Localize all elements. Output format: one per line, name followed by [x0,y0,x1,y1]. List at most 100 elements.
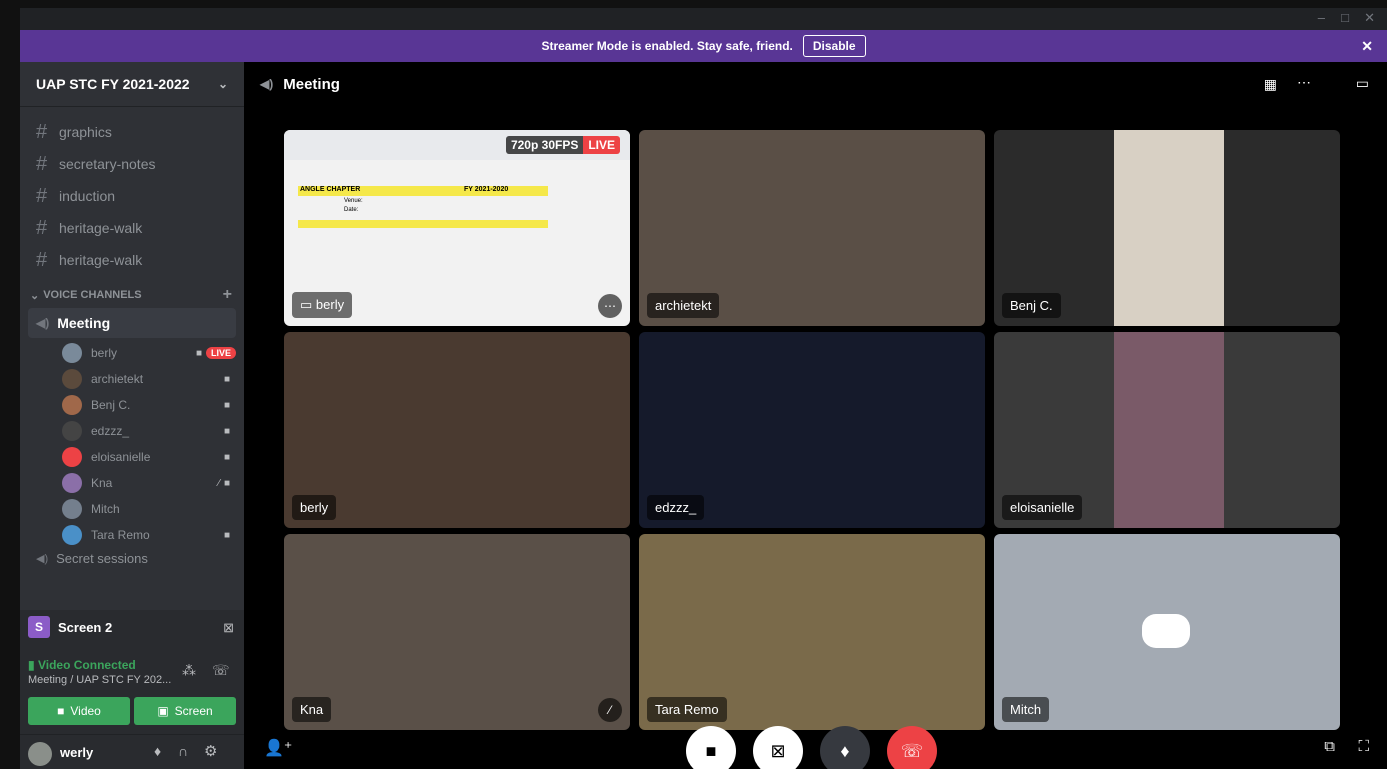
sheet-highlight [298,220,548,228]
tile-name: edzzz_ [655,500,697,515]
screen-button[interactable]: ▣ Screen [134,697,236,725]
voice-user-name: Kna [91,476,113,490]
tile-name: Kna [300,702,324,717]
stop-stream-icon[interactable]: ⊠ [223,620,234,636]
discord-logo-icon [1142,614,1190,648]
speaker-icon: ◀) [36,316,50,330]
voice-category[interactable]: ⌄ VOICE CHANNELS + [20,282,244,308]
video-tile-mitch[interactable]: Mitch [994,534,1340,730]
video-feed [1114,130,1224,326]
screen-share-icon: ▭ [300,297,313,312]
video-button-label: Video [70,704,101,718]
chevron-down-icon[interactable]: ⌄ [218,77,228,91]
more-options-icon[interactable]: ⋯ [1297,74,1311,91]
server-header[interactable]: UAP STC FY 2021-2022 ⌄ [20,62,244,106]
tile-name: berly [300,500,329,515]
connection-subtitle: Meeting / UAP STC FY 202... [28,674,172,686]
channel-label: induction [59,188,116,204]
speaker-icon: ◀) [260,77,274,91]
add-channel-icon[interactable]: + [223,286,232,304]
maximize-icon[interactable]: □ [1341,10,1349,25]
channel-induction[interactable]: # induction [20,180,244,212]
video-tile-eloisanielle[interactable]: eloisanielle [994,332,1340,528]
disconnect-icon[interactable]: ☏ [212,662,230,679]
channel-heritage-walk[interactable]: # heritage-walk [20,212,244,244]
hashtag-icon: # [36,216,48,239]
hashtag-icon: # [36,152,48,175]
close-banner-icon[interactable]: ✕ [1361,38,1373,55]
grid-layout-icon[interactable]: ▦ [1264,76,1277,93]
channel-sidebar: UAP STC FY 2021-2022 ⌄ # graphics # secret… [20,62,244,769]
video-tile-berly-stream[interactable]: ANGLE CHAPTER FY 2021-2020 Venue: Date: … [284,130,630,326]
tile-name-tag: ▭ berly [292,292,353,318]
microphone-button[interactable]: ♦ [820,726,870,769]
microphone-icon: ♦ [840,740,850,761]
microphone-icon[interactable]: ♦ [154,743,161,759]
video-tile-tara[interactable]: Tara Remo [639,534,985,730]
live-badge: LIVE [205,347,236,359]
noise-suppression-icon[interactable]: ⁂ [182,662,196,679]
settings-gear-icon[interactable]: ⚙ [204,742,217,760]
headphones-icon[interactable]: ∩ [178,743,188,759]
sheet-date: Date: [344,207,359,213]
voice-user-mitch[interactable]: Mitch [62,496,244,522]
channel-secretary-notes[interactable]: # secretary-notes [20,148,244,180]
voice-user-berly[interactable]: berly ■ LIVE [62,340,244,366]
voice-user-name: berly [91,346,118,360]
streamer-mode-banner: Streamer Mode is enabled. Stay safe, fri… [20,30,1387,62]
voice-user-benj[interactable]: Benj C. ■ [62,392,244,418]
signal-icon: ▮ [28,658,35,672]
voice-channel-label: Secret sessions [56,550,148,566]
video-tile-kna[interactable]: Kna ⁄ [284,534,630,730]
pop-out-icon[interactable]: ⧉ [1324,738,1335,755]
camera-toggle-button[interactable]: ■ [686,726,736,769]
hashtag-icon: # [36,184,48,207]
voice-channel-secret[interactable]: ◀) Secret sessions [20,548,244,568]
avatar [62,369,82,389]
video-tile-berly[interactable]: berly [284,332,630,528]
tile-name: Mitch [1010,702,1042,717]
disable-button[interactable]: Disable [802,35,866,57]
video-tile-edzzz[interactable]: edzzz_ [639,332,985,528]
close-window-icon[interactable]: ✕ [1364,10,1375,26]
screen-share-button[interactable]: ⊠ [753,726,803,769]
voice-channel-meeting[interactable]: ◀) Meeting [28,308,236,338]
chat-toggle-icon[interactable]: ▭ [1356,75,1369,92]
camera-icon: ■ [195,347,202,359]
connection-status[interactable]: ▮ Video Connected Meeting / UAP STC FY 2… [28,658,171,686]
avatar[interactable] [28,742,52,766]
avatar [62,499,82,519]
voice-user-name: archietekt [91,372,144,386]
voice-stage: ◀) Meeting ▦ ⋯ ▭ ANGLE CHAPTER FY 2021-2… [244,62,1387,769]
fullscreen-icon[interactable]: ⛶ [1358,738,1369,755]
channel-label: heritage-walk [59,252,143,268]
channel-graphics[interactable]: # graphics [20,116,244,148]
invite-user-icon[interactable]: 👤⁺ [264,738,292,758]
voice-user-archietekt[interactable]: archietekt ■ [62,366,244,392]
channel-label: graphics [59,124,112,140]
hashtag-icon: # [36,120,48,143]
hang-up-button[interactable]: ☏ [887,726,937,769]
tile-more-icon[interactable]: ⋯ [598,294,622,318]
video-button[interactable]: ■ Video [28,697,130,725]
sheet-year: FY 2021-2020 [464,186,509,193]
voice-user-kna[interactable]: Kna ⁄ ■ [62,470,244,496]
video-tile-benj[interactable]: Benj C. [994,130,1340,326]
user-area: werly ♦ ∩ ⚙ [20,734,244,769]
channel-label: heritage-walk [59,220,143,236]
screen-share-icon: ⊠ [770,740,786,761]
video-tile-archietekt[interactable]: archietekt [639,130,985,326]
stream-preview[interactable]: S Screen 2 [28,616,112,638]
channel-heritage-walk-2[interactable]: # heritage-walk [20,244,244,276]
avatar [62,395,82,415]
voice-user-tara[interactable]: Tara Remo ■ [62,522,244,548]
voice-user-name: Tara Remo [91,528,150,542]
server-name: UAP STC FY 2021-2022 [36,76,190,92]
voice-user-eloisanielle[interactable]: eloisanielle ■ [62,444,244,470]
camera-icon: ■ [57,704,65,718]
sheet-title: ANGLE CHAPTER [300,186,361,193]
hang-up-icon: ☏ [900,740,924,761]
minimize-icon[interactable]: – [1318,10,1325,25]
voice-channel-label: Meeting [57,315,111,331]
voice-user-edzzz[interactable]: edzzz_ ■ [62,418,244,444]
